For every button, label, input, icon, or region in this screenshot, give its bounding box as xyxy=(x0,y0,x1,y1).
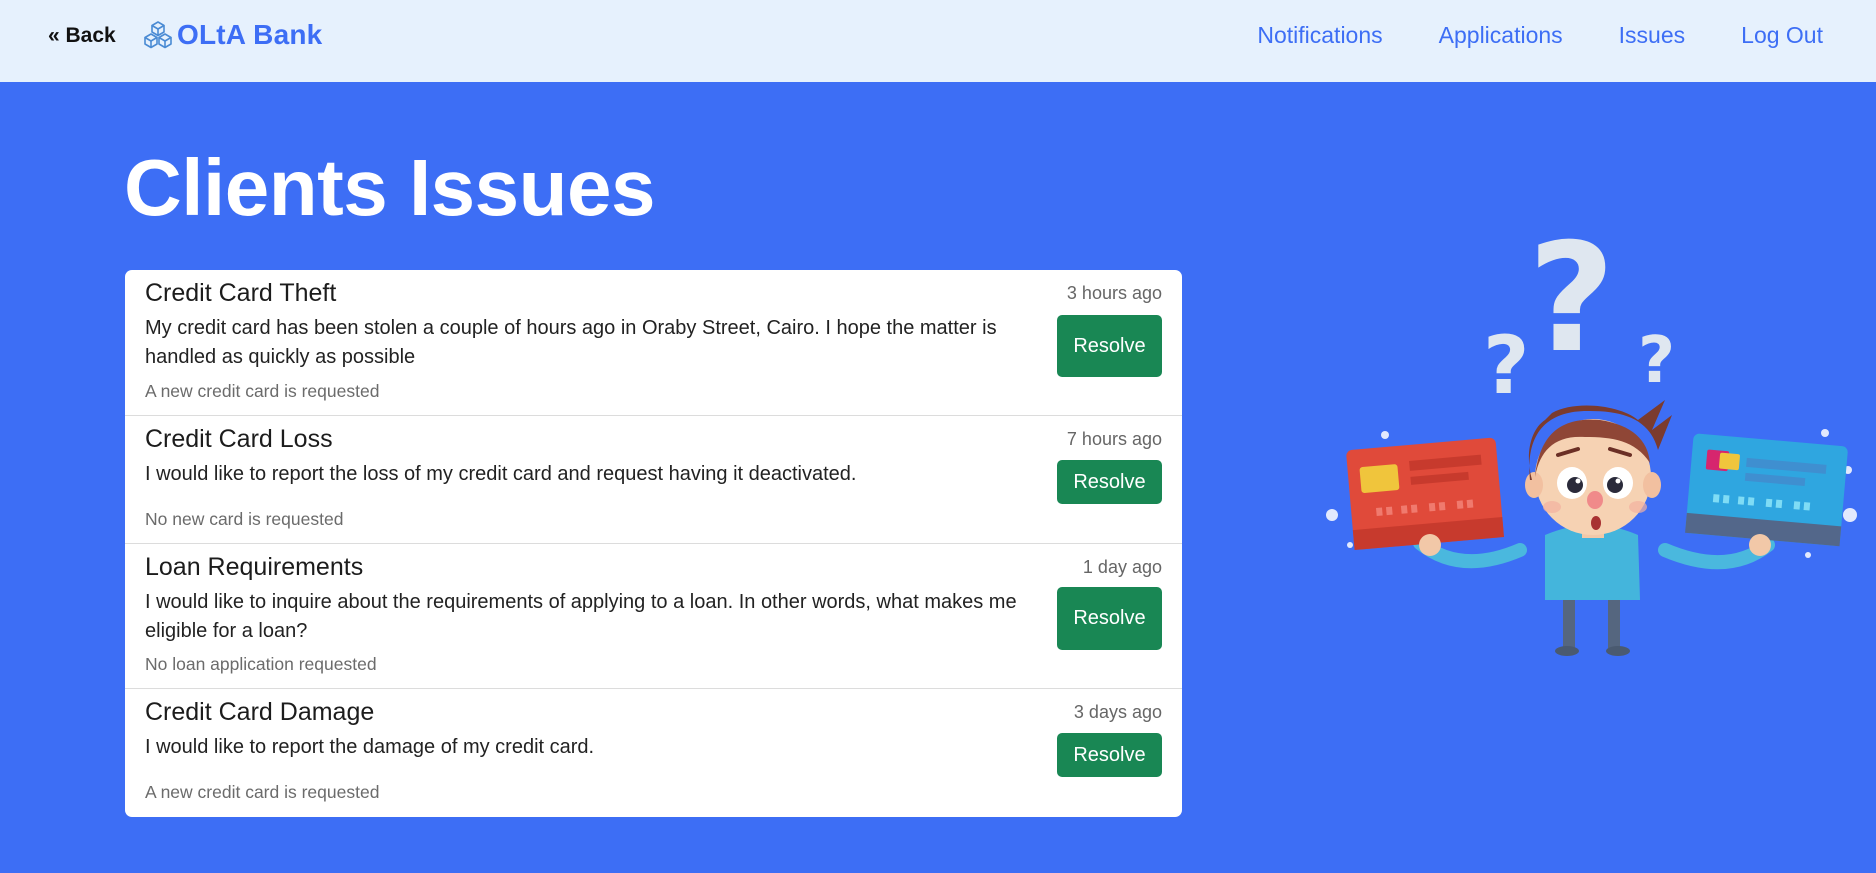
issue-note: A new credit card is requested xyxy=(145,782,380,802)
issue-description: I would like to inquire about the requir… xyxy=(145,591,1017,642)
svg-text:?: ? xyxy=(1638,324,1675,398)
issue-note: No loan application requested xyxy=(145,654,377,674)
confused-person-credit-cards-illustration: ? ? ? xyxy=(1326,215,1857,656)
issue-item-credit-card-damage: Credit Card Damage 3 days ago I would li… xyxy=(125,689,1182,817)
resolve-button[interactable]: Resolve xyxy=(1057,587,1162,650)
issues-list: Credit Card Theft 3 hours ago My credit … xyxy=(125,270,1182,817)
nav-link-applications[interactable]: Applications xyxy=(1439,22,1563,49)
nav-link-notifications[interactable]: Notifications xyxy=(1257,22,1382,49)
svg-text:?: ? xyxy=(1528,215,1615,386)
resolve-button[interactable]: Resolve xyxy=(1057,315,1162,377)
page-title: Clients Issues xyxy=(124,143,656,232)
issue-title: Credit Card Theft xyxy=(145,279,337,307)
nav-links: Notifications Applications Issues Log Ou… xyxy=(1257,22,1823,49)
nav-link-issues[interactable]: Issues xyxy=(1619,22,1685,49)
issue-description: I would like to report the loss of my cr… xyxy=(145,463,857,485)
back-link[interactable]: « Back xyxy=(48,24,116,48)
resolve-button[interactable]: Resolve xyxy=(1057,733,1162,777)
issue-title: Credit Card Loss xyxy=(145,425,333,453)
issue-time: 3 hours ago xyxy=(1066,283,1162,303)
issue-description: My credit card has been stolen a couple … xyxy=(145,317,997,368)
issue-time: 1 day ago xyxy=(1082,557,1162,577)
top-navbar: « Back OLtA Bank Notifications Applicati… xyxy=(0,0,1876,82)
issue-item-credit-card-loss: Credit Card Loss 7 hours ago I would lik… xyxy=(125,416,1182,544)
issue-title: Loan Requirements xyxy=(145,553,364,581)
svg-text:?: ? xyxy=(1483,319,1529,412)
cubes-logo-icon xyxy=(144,21,172,49)
brand-name: OLtA Bank xyxy=(177,19,323,50)
issue-item-loan-requirements: Loan Requirements 1 day ago I would like… xyxy=(125,544,1182,689)
issue-description: I would like to report the damage of my … xyxy=(145,736,595,758)
issue-note: A new credit card is requested xyxy=(145,381,380,401)
issue-time: 3 days ago xyxy=(1073,702,1162,722)
brand-logo[interactable]: OLtA Bank xyxy=(143,19,322,51)
resolve-button[interactable]: Resolve xyxy=(1057,460,1162,504)
issue-item-credit-card-theft: Credit Card Theft 3 hours ago My credit … xyxy=(125,270,1182,416)
issue-title: Credit Card Damage xyxy=(145,698,375,726)
issue-time: 7 hours ago xyxy=(1066,429,1162,449)
nav-link-log-out[interactable]: Log Out xyxy=(1741,22,1823,49)
issue-note: No new card is requested xyxy=(145,509,344,529)
